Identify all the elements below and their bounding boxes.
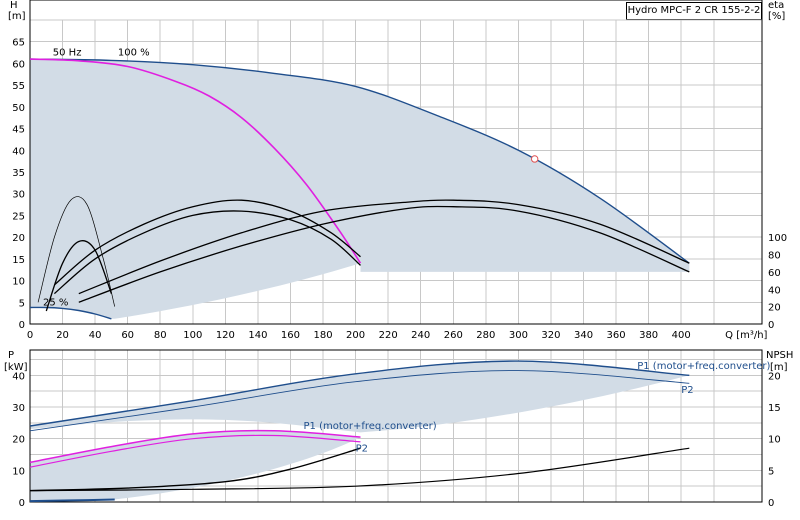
y-tick-label-head: 65 — [12, 38, 25, 49]
x-tick-label: 0 — [27, 330, 33, 341]
y-tick-label-head: 35 — [12, 168, 25, 179]
y-tick-label-power: 20 — [12, 435, 25, 446]
y-axis-label-head-unit: [m] — [8, 11, 26, 22]
y-axis-label-power: P — [8, 350, 14, 361]
y-tick-label-head: 55 — [12, 81, 25, 92]
x-tick-label: 180 — [313, 330, 332, 341]
x-tick-label: 20 — [56, 330, 69, 341]
y-axis-label-npsh: NPSH — [766, 350, 793, 361]
y-tick-label-head: 60 — [12, 59, 25, 70]
y-tick-label-eta: 20 — [768, 303, 781, 314]
x-tick-label: 240 — [411, 330, 430, 341]
x-tick-label: 340 — [574, 330, 593, 341]
series-label: P1 (motor+freq.converter) — [304, 421, 437, 432]
x-tick-label: 320 — [541, 330, 560, 341]
x-axis-label: Q [m³/h] — [725, 330, 767, 341]
y-tick-label-head: 40 — [12, 146, 25, 157]
y-tick-label-head: 45 — [12, 125, 25, 136]
y-axis-label-eta-unit: [%] — [768, 11, 785, 22]
annotation-50hz: 50 Hz — [53, 48, 82, 59]
chart-canvas: 50 Hz 100 %25 %05101520253035404550556065… — [4, 0, 793, 509]
x-tick-label: 140 — [248, 330, 267, 341]
y-tick-label-npsh: 15 — [768, 403, 781, 414]
y-tick-label-npsh: 5 — [768, 466, 774, 477]
x-tick-label: 360 — [607, 330, 626, 341]
series-label: P2 — [681, 385, 693, 396]
y-tick-label-npsh: 10 — [768, 435, 781, 446]
x-tick-label: 40 — [89, 330, 102, 341]
y-tick-label-eta: 80 — [768, 251, 781, 262]
y-axis-label-npsh-unit: [m] — [770, 362, 788, 373]
y-tick-label-npsh: 0 — [768, 498, 774, 509]
x-tick-label: 80 — [154, 330, 167, 341]
x-tick-label: 260 — [444, 330, 463, 341]
y-tick-label-eta: 100 — [768, 233, 787, 244]
y-tick-label-head: 25 — [12, 211, 25, 222]
y-tick-label-head: 5 — [19, 298, 25, 309]
x-tick-label: 280 — [476, 330, 495, 341]
duty-point-marker — [530, 155, 539, 163]
y-tick-label-head: 30 — [12, 190, 25, 201]
y-tick-label-power: 10 — [12, 466, 25, 477]
y-tick-label-eta: 0 — [768, 320, 774, 331]
series-label: P2 — [356, 443, 368, 454]
y-tick-label-head: 50 — [12, 103, 25, 114]
x-tick-label: 100 — [183, 330, 202, 341]
pump-curve-chart: Hydro MPC-F 2 CR 155-2-2 50 Hz 100 % 25 % 0… — [0, 0, 800, 520]
y-tick-label-head: 15 — [12, 255, 25, 266]
x-tick-label: 120 — [216, 330, 235, 341]
y-tick-label-power: 30 — [12, 403, 25, 414]
y-tick-label-eta: 40 — [768, 285, 781, 296]
y-axis-label-power-unit: [kW] — [4, 362, 28, 373]
y-tick-label-head: 20 — [12, 233, 25, 244]
x-tick-label: 160 — [281, 330, 300, 341]
series-label: P1 (motor+freq.converter) — [637, 361, 770, 372]
x-tick-label: 300 — [509, 330, 528, 341]
y-axis-label-eta: eta — [768, 0, 784, 11]
y-tick-label-head: 0 — [19, 320, 25, 331]
x-tick-label: 220 — [379, 330, 398, 341]
y-axis-label-head: H — [10, 0, 18, 11]
y-tick-label-eta: 60 — [768, 268, 781, 279]
y-tick-label-power: 0 — [19, 498, 25, 509]
x-tick-label: 380 — [639, 330, 658, 341]
annotation-25-percent: 25 % — [43, 297, 68, 308]
x-tick-label: 60 — [121, 330, 134, 341]
annotation-100-percent: 100 % — [118, 48, 150, 59]
x-tick-label: 200 — [346, 330, 365, 341]
operating-envelope — [30, 59, 690, 319]
y-tick-label-head: 10 — [12, 277, 25, 288]
x-tick-label: 400 — [672, 330, 691, 341]
